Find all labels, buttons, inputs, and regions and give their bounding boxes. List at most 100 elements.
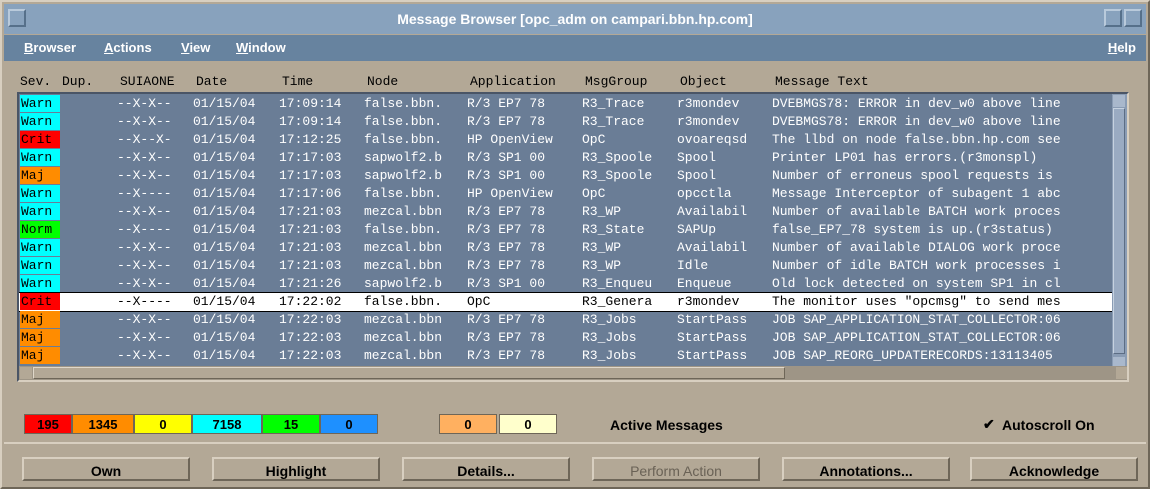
message-row[interactable]: Maj --X-X-- 01/15/04 17:22:03 mezcal.bbn R/3 …	[19, 347, 1114, 365]
active-messages-label: Active Messages	[610, 417, 723, 433]
col-header-node[interactable]: Node	[367, 74, 398, 89]
details-button[interactable]: Details...	[402, 457, 570, 481]
vertical-scroll-thumb[interactable]	[1113, 108, 1125, 354]
row-date: 01/15/04	[193, 150, 256, 165]
message-row[interactable]: Warn --X-X-- 01/15/04 17:21:03 mezcal.bbn R/3…	[19, 257, 1114, 275]
col-header-application[interactable]: Application	[470, 74, 556, 89]
scroll-left-arrow-icon[interactable]	[20, 367, 32, 379]
row-flags: --X-X--	[117, 348, 172, 363]
row-node: sapwolf2.b	[364, 276, 443, 291]
row-message-text: Message Interceptor of subagent 1 abc	[772, 186, 1061, 201]
col-header-time[interactable]: Time	[282, 74, 313, 89]
row-message-text: JOB SAP_REORG_UPDATERECORDS:13113405	[772, 348, 1053, 363]
row-object: Enqueue	[677, 276, 732, 291]
row-application: R/3 EP7 78	[467, 240, 546, 255]
row-node: false.bbn.	[364, 294, 443, 309]
row-time: 17:21:26	[279, 276, 342, 291]
row-date: 01/15/04	[193, 96, 256, 111]
col-header-date[interactable]: Date	[196, 74, 227, 89]
row-object: StartPass	[677, 312, 748, 327]
row-application: R/3 EP7 78	[467, 114, 546, 129]
row-application: R/3 EP7 78	[467, 330, 546, 345]
menu-actions[interactable]: Actions	[104, 40, 152, 55]
message-row[interactable]: Warn --X---- 01/15/04 17:17:06 false.bbn. HP …	[19, 185, 1114, 203]
message-row[interactable]: Maj --X-X-- 01/15/04 17:22:03 mezcal.bbn R/3 …	[19, 311, 1114, 329]
row-object: StartPass	[677, 330, 748, 345]
perform-action-button[interactable]: Perform Action	[592, 457, 760, 481]
row-object: ovoareqsd	[677, 132, 748, 147]
message-row[interactable]: Warn --X-X-- 01/15/04 17:21:03 mezcal.bbn R/3…	[19, 239, 1114, 257]
checkmark-icon[interactable]: ✔	[983, 417, 996, 431]
row-date: 01/15/04	[193, 294, 256, 309]
row-node: mezcal.bbn	[364, 258, 443, 273]
message-row[interactable]: Warn --X-X-- 01/15/04 17:17:03 sapwolf2.b R/3…	[19, 149, 1114, 167]
row-object: Idle	[677, 258, 709, 273]
severity-badge: Maj	[20, 347, 60, 364]
message-row[interactable]: Norm --X---- 01/15/04 17:21:03 false.bbn. R/3…	[19, 221, 1114, 239]
row-application: HP OpenView	[467, 186, 553, 201]
message-row[interactable]: Crit --X---- 01/15/04 17:22:02 false.bbn. OpC…	[19, 292, 1114, 312]
col-header-message-text[interactable]: Message Text	[775, 74, 869, 89]
scroll-right-arrow-icon[interactable]	[1116, 367, 1127, 379]
row-time: 17:21:03	[279, 240, 342, 255]
col-header-object[interactable]: Object	[680, 74, 727, 89]
autoscroll-toggle[interactable]: ✔ Autoscroll On	[983, 417, 1095, 433]
row-message-text: DVEBMGS78: ERROR in dev_w0 above line	[772, 114, 1061, 129]
row-object: Spool	[677, 168, 717, 183]
own-button[interactable]: Own	[22, 457, 190, 481]
row-time: 17:21:03	[279, 222, 342, 237]
row-date: 01/15/04	[193, 186, 256, 201]
annotations-button[interactable]: Annotations...	[782, 457, 950, 481]
row-object: Spool	[677, 150, 717, 165]
row-application: R/3 SP1 00	[467, 168, 546, 183]
message-row[interactable]: Crit --X--X- 01/15/04 17:12:25 false.bbn. HP …	[19, 131, 1114, 149]
row-flags: --X-X--	[117, 204, 172, 219]
severity-badge: Crit	[20, 131, 60, 148]
maximize-button[interactable]	[1124, 9, 1142, 27]
count-extra-1: 0	[439, 414, 497, 434]
col-header-dup[interactable]: Dup.	[62, 74, 93, 89]
row-object: Availabil	[677, 204, 748, 219]
row-message-text: Number of erroneus spool requests is	[772, 168, 1053, 183]
row-message-text: DVEBMGS78: ERROR in dev_w0 above line	[772, 96, 1061, 111]
message-row[interactable]: Warn --X-X-- 01/15/04 17:21:03 mezcal.bbn R/3…	[19, 203, 1114, 221]
scroll-up-arrow-icon[interactable]	[1113, 95, 1125, 107]
minimize-button[interactable]	[1104, 9, 1122, 27]
col-header-flags[interactable]: SUIAONE	[120, 74, 175, 89]
menu-browser[interactable]: Browser	[24, 40, 76, 55]
message-row[interactable]: Maj --X-X-- 01/15/04 17:22:03 mezcal.bbn R/3 …	[19, 329, 1114, 347]
row-message-text: Number of available BATCH work proces	[772, 204, 1061, 219]
col-header-sev[interactable]: Sev.	[20, 74, 51, 89]
row-flags: --X-X--	[117, 330, 172, 345]
row-time: 17:12:25	[279, 132, 342, 147]
menu-view[interactable]: View	[181, 40, 210, 55]
row-message-text: Number of available DIALOG work proce	[772, 240, 1061, 255]
message-list[interactable]: Warn --X-X-- 01/15/04 17:09:14 false.bbn. R/3…	[17, 92, 1129, 382]
row-application: R/3 SP1 00	[467, 150, 546, 165]
row-msggroup: R3_Trace	[582, 96, 645, 111]
horizontal-scrollbar[interactable]	[19, 366, 1127, 380]
row-node: mezcal.bbn	[364, 240, 443, 255]
severity-badge: Warn	[20, 239, 60, 256]
acknowledge-button[interactable]: Acknowledge	[970, 457, 1138, 481]
row-msggroup: R3_WP	[582, 258, 622, 273]
message-row[interactable]: Warn --X-X-- 01/15/04 17:21:26 sapwolf2.b R/3…	[19, 275, 1114, 293]
title-bar[interactable]: Message Browser [opc_adm on campari.bbn.…	[4, 4, 1146, 34]
menu-help[interactable]: Help	[1108, 40, 1136, 55]
row-application: R/3 SP1 00	[467, 276, 546, 291]
row-msggroup: R3_Enqueu	[582, 276, 653, 291]
menu-window[interactable]: Window	[236, 40, 286, 55]
row-message-text: Printer LP01 has errors.(r3monspl)	[772, 150, 1038, 165]
message-row[interactable]: Warn --X-X-- 01/15/04 17:09:14 false.bbn. R/3…	[19, 113, 1114, 131]
col-header-msggroup[interactable]: MsgGroup	[585, 74, 647, 89]
vertical-scrollbar[interactable]	[1112, 94, 1127, 370]
row-time: 17:17:06	[279, 186, 342, 201]
row-flags: --X----	[117, 222, 172, 237]
highlight-button[interactable]: Highlight	[212, 457, 380, 481]
message-row[interactable]: Warn --X-X-- 01/15/04 17:09:14 false.bbn. R/3…	[19, 95, 1114, 113]
message-row[interactable]: Maj --X-X-- 01/15/04 17:17:03 sapwolf2.b R/3 …	[19, 167, 1114, 185]
row-message-text: JOB SAP_APPLICATION_STAT_COLLECTOR:06	[772, 312, 1061, 327]
row-msggroup: OpC	[582, 132, 606, 147]
row-application: R/3 EP7 78	[467, 348, 546, 363]
horizontal-scroll-thumb[interactable]	[33, 367, 785, 379]
